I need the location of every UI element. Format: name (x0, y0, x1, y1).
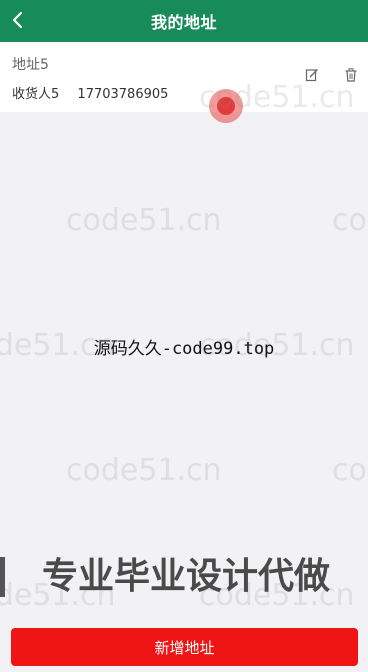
address-contact: 收货人5 17703786905 (12, 83, 168, 102)
banner-text: 专业毕业设计代做 (42, 556, 331, 597)
page-title: 我的地址 (150, 13, 217, 32)
promo-banner: 专业毕业设计代做 (0, 547, 368, 607)
watermark: code51.cn (199, 80, 355, 115)
top-bar: 我的地址 (0, 0, 368, 42)
watermark: code51.cn (332, 203, 368, 238)
center-watermark-text: 源码久久-code99.top (93, 339, 275, 359)
receiver-phone: 17703786905 (77, 87, 169, 102)
receiver-name: 收货人5 (12, 87, 60, 102)
watermark: code51.cn (66, 453, 222, 488)
chevron-left-icon (12, 11, 23, 29)
address-name: 地址5 (12, 57, 49, 73)
watermark: code51.cn (66, 203, 222, 238)
watermark: code51.cn (332, 453, 368, 488)
add-address-button[interactable]: 新增地址 (11, 628, 358, 666)
banner-accent-bar (0, 557, 5, 597)
back-button[interactable] (6, 8, 30, 32)
